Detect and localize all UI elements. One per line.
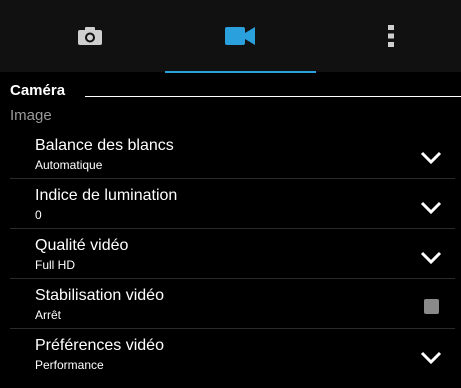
section-divider bbox=[85, 96, 461, 97]
chevron-down-icon[interactable] bbox=[420, 349, 442, 365]
tab-video[interactable] bbox=[165, 0, 315, 72]
tab-photo[interactable] bbox=[15, 0, 165, 72]
setting-exposure[interactable]: Indice de lumination 0 bbox=[0, 186, 461, 238]
setting-value: Arrêt bbox=[35, 308, 62, 322]
setting-title: Balance des blancs bbox=[35, 137, 174, 154]
row-divider bbox=[10, 328, 455, 329]
row-divider bbox=[10, 228, 455, 229]
chevron-down-icon[interactable] bbox=[420, 199, 442, 215]
tab-more[interactable] bbox=[316, 0, 461, 72]
more-vert-icon bbox=[388, 25, 394, 47]
row-divider bbox=[10, 178, 455, 179]
setting-video-stabilization[interactable]: Stabilisation vidéo Arrêt bbox=[0, 286, 461, 338]
setting-title: Préférences vidéo bbox=[35, 337, 164, 354]
setting-video-quality[interactable]: Qualité vidéo Full HD bbox=[0, 236, 461, 288]
chevron-down-icon[interactable] bbox=[420, 249, 442, 265]
row-divider bbox=[10, 278, 455, 279]
setting-video-preferences[interactable]: Préférences vidéo Performance bbox=[0, 336, 461, 388]
mode-tab-bar bbox=[0, 0, 461, 73]
chevron-down-icon[interactable] bbox=[420, 149, 442, 165]
setting-title: Stabilisation vidéo bbox=[35, 287, 164, 304]
setting-value: Full HD bbox=[35, 258, 76, 272]
setting-title: Indice de lumination bbox=[35, 187, 178, 204]
setting-white-balance[interactable]: Balance des blancs Automatique bbox=[0, 136, 461, 188]
stabilization-checkbox[interactable] bbox=[424, 299, 439, 314]
camera-icon bbox=[78, 27, 102, 45]
setting-value: Automatique bbox=[35, 158, 103, 172]
active-tab-indicator bbox=[165, 71, 316, 73]
section-header: Caméra bbox=[10, 82, 461, 100]
setting-title: Qualité vidéo bbox=[35, 237, 129, 254]
video-camera-icon bbox=[225, 27, 255, 45]
setting-value: 0 bbox=[35, 208, 42, 222]
category-label: Image bbox=[10, 107, 52, 124]
section-title: Caméra bbox=[10, 82, 66, 99]
setting-value: Performance bbox=[35, 358, 104, 372]
